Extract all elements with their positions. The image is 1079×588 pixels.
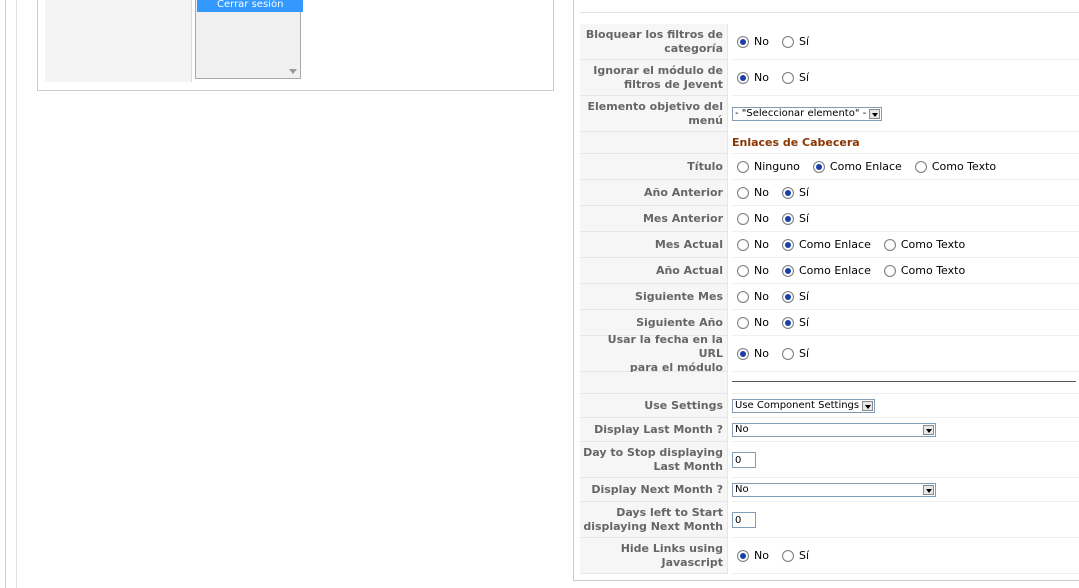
chevron-down-icon[interactable] <box>862 400 873 411</box>
label-prev-month: Mes Anterior <box>580 206 728 232</box>
row-use-settings: Use Settings Use Component Settings <box>580 394 1079 418</box>
menu-type-box <box>45 0 192 82</box>
radio-cur-month-no[interactable] <box>737 238 749 251</box>
label-cur-month: Mes Actual <box>580 232 728 258</box>
label-menu-target: Elemento objetivo del menú <box>580 96 728 132</box>
row-title: Título Ninguno Como Enlace Como Texto <box>580 154 1079 180</box>
use-settings-select[interactable]: Use Component Settings <box>732 398 875 413</box>
row-menu-target: Elemento objetivo del menú - "Seleccionar… <box>580 96 1079 132</box>
label-day-stop-last: Day to Stop displaying Last Month <box>580 442 728 478</box>
chevron-down-icon[interactable] <box>923 484 934 495</box>
row-cur-month: Mes Actual No Como Enlace Como Texto <box>580 232 1079 258</box>
label-ignore-filters: Ignorar el módulo de filtros de Jevent <box>580 60 728 96</box>
radio-cur-year-text[interactable] <box>883 264 896 277</box>
radio-lock-filters-yes[interactable] <box>781 35 794 48</box>
chevron-down-icon[interactable] <box>923 424 934 435</box>
row-display-last-month: Display Last Month ? No <box>580 418 1079 442</box>
menu-item-logout[interactable]: Cerrar sesión <box>197 0 303 12</box>
page-border-inner <box>16 0 17 588</box>
menu-items-listbox[interactable]: Cerrar sesión <box>195 0 303 79</box>
radio-url-date-yes[interactable] <box>781 347 794 360</box>
label-display-last-month: Display Last Month ? <box>580 418 728 442</box>
day-stop-last-input[interactable]: 0 <box>732 451 756 468</box>
module-params-panel: Bloquear los filtros de categoría No Sí I… <box>573 0 1079 581</box>
row-url-date: Usar la fecha en la URL para el módulo No… <box>580 333 1079 374</box>
radio-ignore-filters-no[interactable] <box>737 71 749 84</box>
radio-cur-month-link[interactable] <box>781 238 794 251</box>
row-days-left-next: Days left to Start displaying Next Month … <box>580 502 1079 538</box>
label-use-settings: Use Settings <box>580 394 728 418</box>
radio-next-year-yes[interactable] <box>781 316 794 329</box>
radio-lock-filters-no[interactable] <box>737 35 749 48</box>
label-display-next-month: Display Next Month ? <box>580 478 728 502</box>
label-cur-year: Año Actual <box>580 258 728 284</box>
label-days-left-next: Days left to Start displaying Next Month <box>580 502 728 538</box>
row-hide-links: Hide Links using Javascript No Sí <box>580 538 1079 574</box>
row-day-stop-last: Day to Stop displaying Last Month 0 <box>580 442 1079 478</box>
radio-hide-links-no[interactable] <box>737 549 749 562</box>
section-divider <box>732 381 1076 382</box>
row-lock-filters: Bloquear los filtros de categoría No Sí <box>580 24 1079 60</box>
row-divider <box>580 372 1079 394</box>
radio-next-year-no[interactable] <box>737 316 749 329</box>
scroll-down-icon[interactable] <box>289 69 297 74</box>
display-last-month-select[interactable]: No <box>732 422 936 437</box>
radio-next-month-no[interactable] <box>737 290 749 303</box>
page-border <box>5 0 6 588</box>
params-table: Bloquear los filtros de categoría No Sí I… <box>580 0 1079 575</box>
row-display-next-month: Display Next Month ? No <box>580 478 1079 502</box>
params-top-row <box>580 0 1079 13</box>
label-next-month: Siguiente Mes <box>580 284 728 310</box>
row-prev-month: Mes Anterior No Sí <box>580 206 1079 232</box>
label-lock-filters: Bloquear los filtros de categoría <box>580 24 728 60</box>
divider-key <box>580 372 728 394</box>
chevron-down-icon[interactable] <box>869 108 880 119</box>
radio-prev-year-no[interactable] <box>737 186 749 199</box>
label-hide-links: Hide Links using Javascript <box>580 538 728 574</box>
row-cur-year: Año Actual No Como Enlace Como Texto <box>580 258 1079 284</box>
label-prev-year: Año Anterior <box>580 180 728 206</box>
display-next-month-select[interactable]: No <box>732 482 936 497</box>
days-left-next-input[interactable]: 0 <box>732 511 756 528</box>
row-next-month: Siguiente Mes No Sí <box>580 284 1079 310</box>
menu-assignment-fieldset: Cerrar sesión <box>37 0 554 91</box>
radio-next-month-yes[interactable] <box>781 290 794 303</box>
section-header: Enlaces de Cabecera <box>732 136 860 149</box>
section-header-key <box>580 132 728 154</box>
radio-title-none[interactable] <box>737 160 749 173</box>
radio-prev-year-yes[interactable] <box>781 186 794 199</box>
radio-cur-year-link[interactable] <box>781 264 794 277</box>
label-url-date: Usar la fecha en la URL para el módulo <box>580 333 728 374</box>
label-title: Título <box>580 154 728 180</box>
row-section-header: Enlaces de Cabecera <box>580 132 1079 154</box>
radio-title-link[interactable] <box>812 160 825 173</box>
radio-cur-month-text[interactable] <box>883 238 896 251</box>
radio-prev-month-yes[interactable] <box>781 212 794 225</box>
radio-title-text[interactable] <box>914 160 927 173</box>
radio-cur-year-no[interactable] <box>737 264 749 277</box>
radio-url-date-no[interactable] <box>737 347 749 360</box>
menu-target-select[interactable]: - "Seleccionar elemento" - <box>732 106 882 121</box>
radio-prev-month-no[interactable] <box>737 212 749 225</box>
row-prev-year: Año Anterior No Sí <box>580 180 1079 206</box>
row-ignore-filters: Ignorar el módulo de filtros de Jevent No… <box>580 60 1079 96</box>
radio-hide-links-yes[interactable] <box>781 549 794 562</box>
radio-ignore-filters-yes[interactable] <box>781 71 794 84</box>
